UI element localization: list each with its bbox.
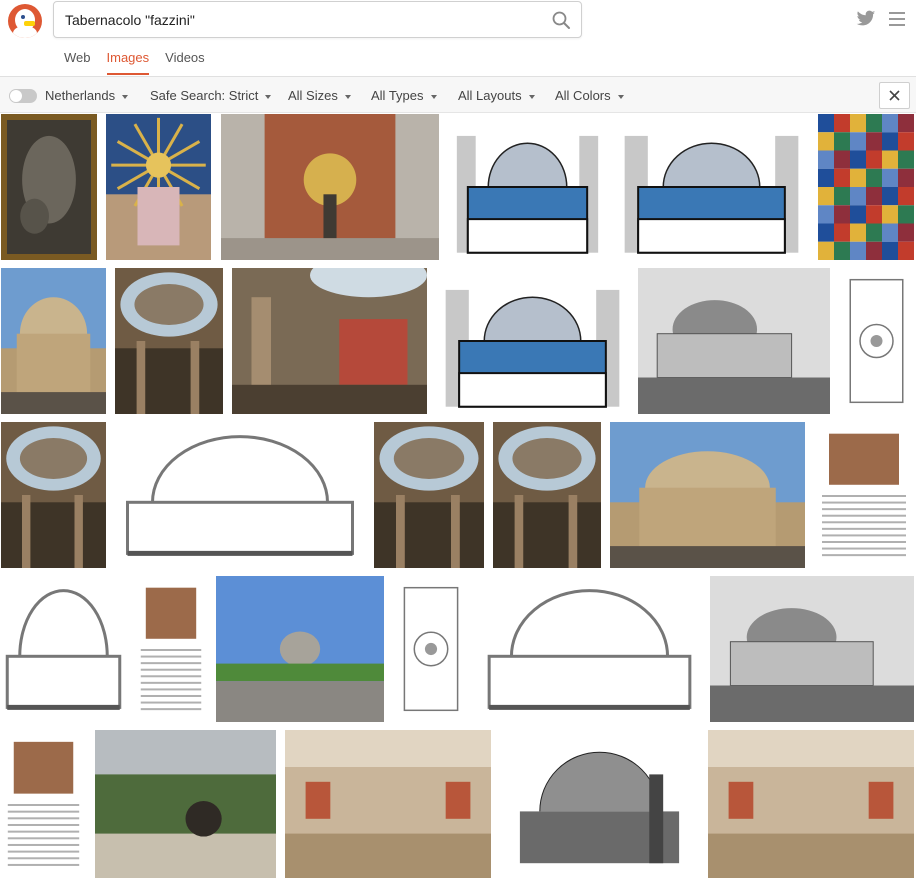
thumbnail-image [1,114,97,260]
image-result[interactable] [710,576,914,722]
filter-bar: Netherlands Safe Search: Strict All Size… [0,77,916,113]
thumbnail-image [115,268,223,414]
layout-filter[interactable]: All Layouts [458,88,535,103]
type-label: All Types [371,88,424,103]
image-result[interactable] [449,114,606,260]
image-result[interactable] [95,730,276,878]
twitter-icon[interactable] [856,10,876,28]
image-result[interactable] [610,422,805,568]
image-result[interactable] [436,268,629,414]
tab-web[interactable]: Web [64,50,91,74]
thumbnail-image [436,268,629,414]
thumbnail-image [232,268,427,414]
thumbnail-image [1,576,126,722]
thumbnail-image [638,268,830,414]
top-bar: Tabernacolo "fazzini" Web Images Videos [0,0,916,77]
search-tabs: Web Images Videos [64,50,205,75]
thumbnail-image [500,730,699,878]
thumbnail-image [814,422,914,568]
safe-search-label: Safe Search: Strict [150,88,259,103]
search-query: Tabernacolo "fazzini" [65,12,195,28]
chevron-down-icon [344,94,351,99]
chevron-down-icon [528,94,535,99]
region-label: Netherlands [45,88,116,103]
image-result[interactable] [221,114,439,260]
image-result[interactable] [216,576,384,722]
duckduckgo-logo[interactable] [8,4,42,38]
image-result[interactable] [135,576,207,722]
image-result[interactable] [500,730,699,878]
thumbnail-image [478,576,701,722]
thumbnail-image [449,114,606,260]
image-result[interactable] [232,268,427,414]
image-result[interactable] [393,576,469,722]
thumbnail-image [493,422,601,568]
close-icon [889,90,900,101]
tab-videos[interactable]: Videos [165,50,205,74]
thumbnail-image [221,114,439,260]
safe-search-filter[interactable]: Safe Search: Strict [150,88,272,103]
thumbnail-image [708,730,914,878]
image-result[interactable] [615,114,808,260]
thumbnail-image [216,576,384,722]
image-result[interactable] [478,576,701,722]
image-result[interactable] [1,114,97,260]
close-filters-button[interactable] [879,82,910,109]
thumbnail-image [135,576,207,722]
thumbnail-image [285,730,491,878]
hamburger-menu-icon[interactable] [889,12,905,26]
image-result[interactable] [1,576,126,722]
image-result[interactable] [115,422,365,568]
thumbnail-image [615,114,808,260]
image-result[interactable] [1,730,86,878]
thumbnail-image [95,730,276,878]
thumbnail-image [710,576,914,722]
size-label: All Sizes [288,88,338,103]
size-filter[interactable]: All Sizes [288,88,351,103]
thumbnail-image [374,422,484,568]
image-result[interactable] [285,730,491,878]
tab-images[interactable]: Images [106,50,149,75]
search-input[interactable]: Tabernacolo "fazzini" [53,1,582,38]
color-label: All Colors [555,88,611,103]
image-result[interactable] [106,114,211,260]
thumbnail-image [115,422,365,568]
region-toggle[interactable] [9,89,37,103]
chevron-down-icon [430,94,437,99]
image-result[interactable] [638,268,830,414]
image-result[interactable] [818,114,914,260]
image-result[interactable] [1,422,106,568]
chevron-down-icon [265,94,272,99]
region-filter[interactable]: Netherlands [45,88,129,103]
chevron-down-icon [122,94,129,99]
image-result[interactable] [374,422,484,568]
thumbnail-image [106,114,211,260]
thumbnail-image [393,576,469,722]
thumbnail-image [818,114,914,260]
search-icon[interactable] [551,10,571,30]
thumbnail-image [1,268,106,414]
layout-label: All Layouts [458,88,522,103]
image-result[interactable] [708,730,914,878]
image-result[interactable] [1,268,106,414]
thumbnail-image [1,422,106,568]
type-filter[interactable]: All Types [371,88,437,103]
thumbnail-image [839,268,914,414]
image-result[interactable] [493,422,601,568]
thumbnail-image [610,422,805,568]
image-result[interactable] [115,268,223,414]
chevron-down-icon [617,94,624,99]
color-filter[interactable]: All Colors [555,88,624,103]
image-result[interactable] [814,422,914,568]
thumbnail-image [1,730,86,878]
image-result[interactable] [839,268,914,414]
